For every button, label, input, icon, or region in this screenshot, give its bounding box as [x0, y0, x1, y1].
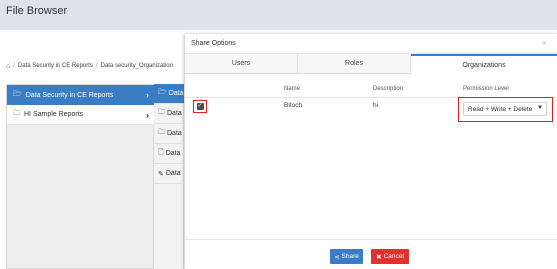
folder-open-icon: 🗁	[158, 89, 167, 96]
file-list-item[interactable]: 🗀 Data	[154, 104, 184, 124]
modal-title: Share Options	[191, 40, 236, 47]
share-options-modal: Share Options × Users Roles Organization…	[185, 34, 557, 269]
folder-icon: 🗀	[158, 129, 165, 136]
file-list-item[interactable]: 🗋 Data	[154, 144, 184, 164]
share-button-label: Share	[341, 253, 359, 260]
org-name-cell: Bitoch	[284, 102, 303, 109]
breadcrumb: ⌂ / Data Security in CE Reports / Data s…	[6, 59, 173, 73]
close-icon: ✖	[376, 253, 382, 261]
file-list: 🗁 Data 🗀 Data 🗀 Data 🗋 Data ✎ Data	[154, 84, 184, 269]
breadcrumb-separator: /	[13, 63, 15, 69]
tree-item-hi-sample[interactable]: 🗀 HI Sample Reports ›	[7, 105, 155, 125]
breadcrumb-item-reports[interactable]: Data Security in CE Reports	[18, 63, 93, 69]
folder-icon: 🗀	[158, 109, 165, 116]
tab-organizations[interactable]: Organizations	[411, 54, 557, 74]
modal-header: Share Options ×	[185, 34, 557, 54]
top-bar: File Browser	[0, 0, 557, 30]
pencil-icon: ✎	[158, 170, 164, 178]
folder-tree: 🗁 Data Security in CE Reports › 🗀 HI Sam…	[6, 84, 155, 269]
caret-down-icon: ▼	[537, 105, 543, 111]
file-list-item-label: Data	[167, 130, 182, 137]
tab-roles[interactable]: Roles	[298, 54, 411, 74]
cancel-button[interactable]: ✖ Cancel	[371, 249, 409, 264]
close-icon[interactable]: ×	[542, 38, 547, 48]
file-list-item-label: Data	[165, 170, 181, 177]
share-tabs: Users Roles Organizations	[185, 54, 557, 74]
footer-divider	[185, 239, 557, 240]
file-list-item[interactable]: ✎ Data	[154, 164, 184, 184]
file-list-item-label: Data	[168, 90, 184, 97]
permission-select[interactable]: Read + Write + Delete ▼	[463, 102, 547, 116]
column-header-permission: Permission Level	[463, 86, 509, 92]
breadcrumb-separator: /	[95, 63, 98, 69]
app-title: File Browser	[6, 5, 68, 17]
folder-icon: 🗀	[13, 110, 20, 117]
file-list-item-label: Data	[167, 110, 182, 117]
chevron-right-icon: ›	[146, 90, 149, 100]
tree-item-data-security[interactable]: 🗁 Data Security in CE Reports ›	[7, 85, 155, 105]
folder-open-icon: 🗁	[13, 90, 22, 98]
home-icon[interactable]: ⌂	[6, 63, 10, 70]
permission-value: Read + Write + Delete	[468, 105, 533, 113]
share-button[interactable]: ⋖ Share	[330, 249, 363, 264]
select-checkbox[interactable]: ✓	[196, 103, 204, 110]
cancel-button-label: Cancel	[383, 253, 404, 260]
tab-users[interactable]: Users	[185, 54, 298, 74]
breadcrumb-item-current: Data security_Organization	[100, 63, 173, 69]
share-icon: ⋖	[334, 253, 340, 261]
tree-item-label: HI Sample Reports	[24, 111, 84, 118]
file-list-item-label: Data	[165, 150, 181, 157]
column-header-description: Description	[373, 86, 404, 92]
chevron-right-icon: ›	[146, 109, 149, 120]
file-list-item[interactable]: 🗀 Data	[154, 124, 184, 144]
org-description-cell: hi	[373, 102, 379, 109]
select-checkbox-highlight: ✓	[193, 100, 207, 113]
permission-highlight: Read + Write + Delete ▼	[458, 97, 553, 122]
column-header-name: Name	[284, 86, 301, 92]
tree-item-label: Data Security in CE Reports	[25, 91, 114, 99]
file-list-item[interactable]: 🗁 Data	[154, 84, 184, 104]
file-icon: 🗋	[158, 149, 164, 156]
